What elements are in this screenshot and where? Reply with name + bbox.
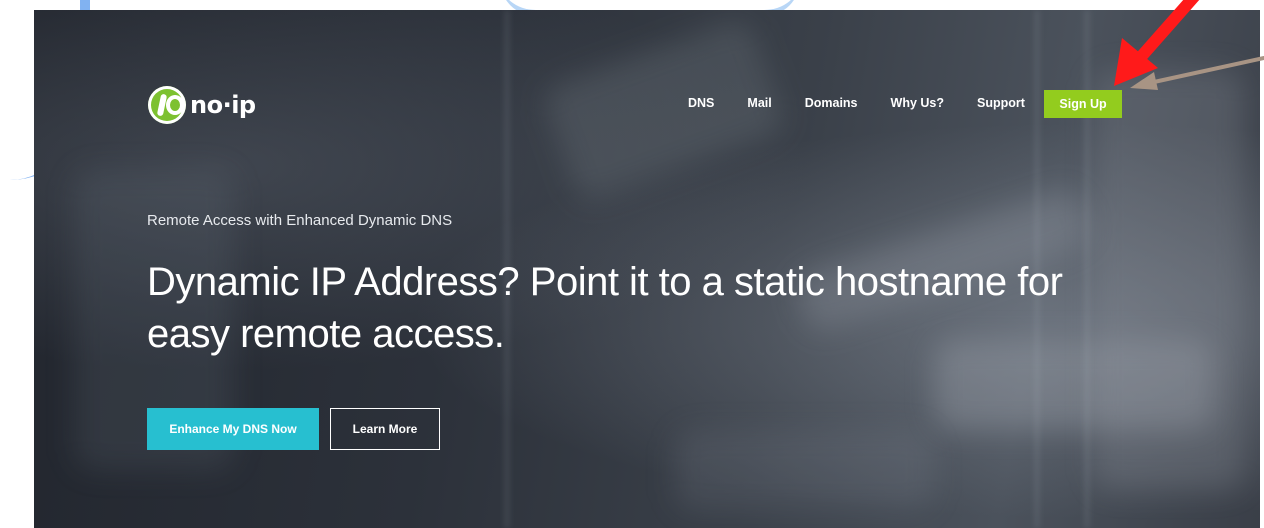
hero-photo-shape [540,15,788,205]
hero-eyebrow: Remote Access with Enhanced Dynamic DNS [147,212,453,229]
nav-item-mail[interactable]: Mail [747,96,771,110]
nav-item-why-us[interactable]: Why Us? [891,96,944,110]
no-ip-logo-icon [148,86,186,124]
logo-text: no·ip [190,91,256,119]
hero-section: no·ip DNS Mail Domains Why Us? Support S… [34,10,1260,528]
nav-item-support[interactable]: Support [977,96,1025,110]
screenshot-frame: no·ip DNS Mail Domains Why Us? Support S… [0,0,1264,528]
main-nav: DNS Mail Domains Why Us? Support [688,96,1058,110]
gray-arrow-icon [1130,56,1264,90]
nav-item-domains[interactable]: Domains [805,96,858,110]
hero-headline: Dynamic IP Address? Point it to a static… [147,260,1063,356]
hero-photo-shape [674,430,934,510]
enhance-dns-button[interactable]: Enhance My DNS Now [147,408,319,450]
learn-more-button[interactable]: Learn More [330,408,440,450]
site-logo[interactable]: no·ip [148,86,256,124]
nav-item-dns[interactable]: DNS [688,96,714,110]
